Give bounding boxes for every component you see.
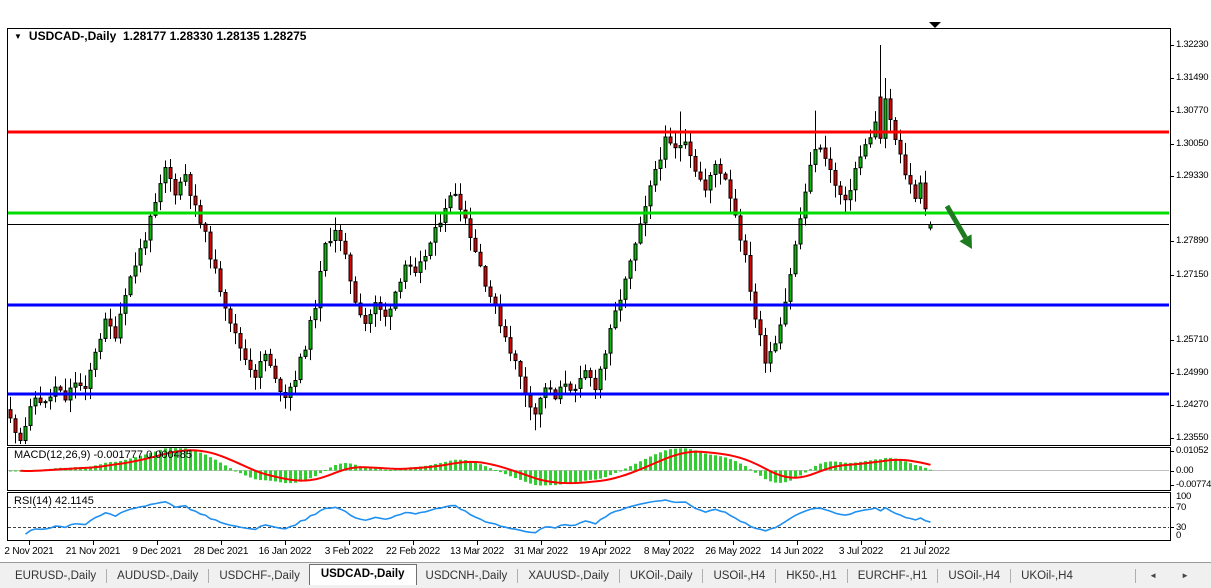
- time-axis[interactable]: 2 Nov 2021 21 Nov 2021 9 Dec 2021 28 Dec 20…: [0, 541, 1171, 562]
- chart-canvas[interactable]: [0, 0, 1211, 588]
- tab-separator: [1135, 568, 1137, 583]
- price-tick-label: 1.24990: [1176, 366, 1209, 378]
- tab-eurchf-h1[interactable]: EURCHF-,H1: [849, 567, 937, 585]
- rsi-indicator-label: RSI(14) 42.1145: [14, 495, 94, 507]
- macd-tick-label: 0.00: [1176, 464, 1194, 476]
- price-tick-label: 1.30770: [1176, 105, 1209, 117]
- scroll-right-arrow[interactable]: ►: [1169, 569, 1201, 582]
- tab-scrollers: ◄ ►: [1134, 568, 1211, 583]
- tab-separator: [775, 568, 777, 583]
- price-tick-label: 1.27890: [1176, 235, 1209, 247]
- tab-separator: [106, 568, 108, 583]
- rsi-tick-label: 0: [1176, 530, 1181, 541]
- price-tick-label: 1.32230: [1176, 39, 1209, 50]
- tab-separator: [846, 568, 848, 583]
- chart-title: ▼ USDCAD-,Daily 1.28177 1.28330 1.28135 1…: [14, 29, 306, 43]
- price-tick-label: 1.24270: [1176, 399, 1209, 411]
- tab-separator: [1010, 568, 1012, 583]
- tab-separator: [517, 568, 519, 583]
- price-tick-label: 1.23550: [1176, 431, 1209, 443]
- tab-separator: [702, 568, 704, 583]
- macd-tick-label: -0.00774: [1176, 478, 1211, 490]
- tab-usoil-h4[interactable]: USOil-,H4: [939, 567, 1009, 585]
- tab-separator: [208, 568, 210, 583]
- price-tick-label: 1.29330: [1176, 170, 1209, 182]
- tab-usdcad-daily[interactable]: USDCAD-,Daily: [308, 564, 417, 585]
- chart-ohlc-values: 1.28177 1.28330 1.28135 1.28275: [122, 29, 307, 43]
- tab-ukoil-daily[interactable]: UKOil-,Daily: [621, 567, 702, 585]
- tab-separator: [937, 568, 939, 583]
- tab-separator: [618, 568, 620, 583]
- chart-symbol-label: USDCAD-,Daily: [28, 29, 117, 43]
- price-tick-label: 1.31490: [1176, 72, 1209, 84]
- tab-hk50-h1[interactable]: HK50-,H1: [777, 567, 846, 585]
- tab-usoil-h4[interactable]: USOil-,H4: [704, 567, 774, 585]
- rsi-tick-label: 70: [1176, 501, 1186, 513]
- date-label: 21 Jul 2022: [900, 546, 950, 557]
- tab-audusd-daily[interactable]: AUDUSD-,Daily: [108, 567, 207, 585]
- rsi-tick-label: 100: [1176, 491, 1191, 502]
- tab-usdchf-daily[interactable]: USDCHF-,Daily: [210, 567, 309, 585]
- terminal-window: 15M30H1H4D1W1MN ▼USDCAD-,Daily 1.28177 1…: [0, 0, 1211, 588]
- price-tick-label: 1.30050: [1176, 137, 1209, 149]
- price-tick-label: 1.27150: [1176, 268, 1209, 280]
- tab-ukoil-h4[interactable]: UKOil-,H4: [1012, 567, 1082, 585]
- macd-tick-label: 0.01052: [1176, 444, 1209, 456]
- chart-tab-bar: EURUSD-,Daily AUDUSD-,Daily USDCHF-,Daily U…: [0, 562, 1211, 588]
- tab-xauusd-daily[interactable]: XAUUSD-,Daily: [519, 567, 618, 585]
- price-tick-label: 1.25710: [1176, 334, 1209, 346]
- collapse-triangle-icon: ▼: [14, 32, 22, 41]
- price-axis[interactable]: 1.32230 1.31490 1.30770 1.30050 1.29330 1.278…: [1171, 22, 1211, 542]
- scroll-left-arrow[interactable]: ◄: [1137, 569, 1169, 582]
- tab-usdcnh-daily[interactable]: USDCNH-,Daily: [417, 567, 517, 585]
- macd-indicator-label: MACD(12,26,9) -0.001777 0.000485: [14, 449, 192, 461]
- tab-eurusd-daily[interactable]: EURUSD-,Daily: [6, 567, 105, 585]
